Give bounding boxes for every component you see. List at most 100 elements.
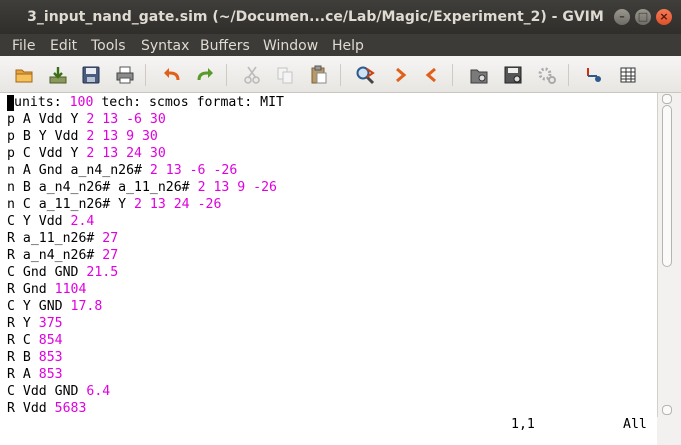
- numeric-token: 100: [69, 95, 94, 110]
- text-token: R B: [7, 350, 39, 365]
- numeric-token: 2.4: [70, 214, 95, 229]
- editor-line[interactable]: C Vdd GND 6.4: [7, 383, 110, 400]
- editor-line[interactable]: R C 854: [7, 332, 63, 349]
- window-title: 3_input_nand_gate.sim (~/Documen...ce/La…: [27, 9, 604, 25]
- text-token: p A Vdd Y: [7, 112, 87, 127]
- numeric-token: 21.5: [86, 265, 119, 280]
- text-token: R a_n4_n26#: [7, 248, 103, 263]
- editor-line[interactable]: R A 853: [7, 366, 63, 383]
- close-button[interactable]: ×: [656, 9, 672, 25]
- menu-edit[interactable]: Edit: [50, 37, 77, 55]
- editor-line[interactable]: C Y GND 17.8: [7, 298, 102, 315]
- numeric-token: 1104: [54, 282, 87, 297]
- table-icon[interactable]: [618, 65, 638, 85]
- scroll-down-button[interactable]: [662, 405, 672, 415]
- numeric-token: 2 13 24 30: [86, 146, 166, 161]
- menu-window[interactable]: Window: [263, 37, 318, 55]
- text-token: n C a_11_n26# Y: [7, 197, 135, 212]
- numeric-token: 6.4: [86, 384, 111, 399]
- print-icon[interactable]: [115, 65, 135, 85]
- numeric-token: 2 13 -6 30: [86, 112, 166, 127]
- text-token: R C: [7, 333, 39, 348]
- numeric-token: 27: [102, 231, 119, 246]
- editor-line[interactable]: p C Vdd Y 2 13 24 30: [7, 145, 166, 162]
- undo-icon[interactable]: [162, 65, 182, 85]
- scrollbar-thumb[interactable]: [662, 105, 672, 267]
- numeric-token: 17.8: [70, 299, 103, 314]
- menu-syntax[interactable]: Syntax: [141, 37, 189, 55]
- gvim-window: 3_input_nand_gate.sim (~/Documen...ce/La…: [0, 0, 681, 445]
- find-replace-icon[interactable]: [355, 65, 375, 85]
- editor-line[interactable]: R Y 375: [7, 315, 63, 332]
- toolbar-separator: [226, 64, 227, 86]
- text-token: R Y: [7, 316, 39, 331]
- numeric-token: 2 13 9 -26: [197, 180, 277, 195]
- editor-line[interactable]: R Vdd 5683: [7, 400, 86, 417]
- numeric-token: 375: [38, 316, 63, 331]
- copy-icon[interactable]: [275, 65, 295, 85]
- editor-line[interactable]: p A Vdd Y 2 13 -6 30: [7, 111, 166, 128]
- numeric-token: 853: [38, 367, 63, 382]
- text-token: R A: [7, 367, 39, 382]
- toolbar-separator: [340, 64, 341, 86]
- numeric-token: 853: [38, 350, 63, 365]
- numeric-token: 27: [102, 248, 119, 263]
- editor-line[interactable]: C Gnd GND 21.5: [7, 264, 118, 281]
- text-token: R Vdd: [7, 401, 55, 416]
- save-download-icon[interactable]: [48, 65, 68, 85]
- editor-line[interactable]: n A Gnd a_n4_n26# 2 13 -6 -26: [7, 162, 237, 179]
- numeric-token: 5683: [54, 401, 87, 416]
- cut-icon[interactable]: [242, 65, 262, 85]
- menu-bar: File Edit Tools Syntax Buffers Window He…: [0, 34, 681, 56]
- text-token: p B Y Vdd: [7, 129, 87, 144]
- save-icon[interactable]: [81, 65, 101, 85]
- toolbar-separator: [452, 64, 453, 86]
- editor-line[interactable]: n C a_11_n26# Y 2 13 24 -26: [7, 196, 221, 213]
- make-icon[interactable]: [584, 65, 604, 85]
- vertical-scrollbar[interactable]: [657, 93, 674, 417]
- redo-icon[interactable]: [195, 65, 215, 85]
- editor-line[interactable]: R B 853: [7, 349, 63, 366]
- toolbar: [0, 56, 681, 93]
- menu-help[interactable]: Help: [332, 37, 364, 55]
- editor-line[interactable]: n B a_n4_n26# a_11_n26# 2 13 9 -26: [7, 179, 277, 196]
- load-session-icon[interactable]: [469, 65, 489, 85]
- paste-icon[interactable]: [309, 65, 329, 85]
- run-script-icon[interactable]: [537, 65, 557, 85]
- editor-line[interactable]: R a_n4_n26# 27: [7, 247, 118, 264]
- title-bar[interactable]: 3_input_nand_gate.sim (~/Documen...ce/La…: [0, 0, 681, 34]
- scroll-up-button[interactable]: [662, 94, 672, 104]
- text-token: R a_11_n26#: [7, 231, 103, 246]
- text-token: C Y Vdd: [7, 214, 71, 229]
- text-token: p C Vdd Y: [7, 146, 87, 161]
- editor-line[interactable]: units: 100 tech: scmos format: MIT: [7, 94, 284, 111]
- editor-line[interactable]: p B Y Vdd 2 13 9 30: [7, 128, 158, 145]
- editor-line[interactable]: R a_11_n26# 27: [7, 230, 118, 247]
- text-token: C Gnd GND: [7, 265, 87, 280]
- text-token: n B a_n4_n26# a_11_n26#: [7, 180, 198, 195]
- save-session-icon[interactable]: [503, 65, 523, 85]
- find-next-icon[interactable]: [390, 65, 410, 85]
- menu-buffers[interactable]: Buffers: [200, 37, 250, 55]
- editor-line[interactable]: C Y Vdd 2.4: [7, 213, 94, 230]
- numeric-token: 2 13 -6 -26: [149, 163, 238, 178]
- text-token: n A Gnd a_n4_n26#: [7, 163, 150, 178]
- minimize-button[interactable]: –: [614, 9, 630, 25]
- toolbar-separator: [568, 64, 569, 86]
- open-icon[interactable]: [14, 65, 34, 85]
- editor-line[interactable]: R Gnd 1104: [7, 281, 86, 298]
- menu-file[interactable]: File: [12, 37, 35, 55]
- maximize-button[interactable]: □: [635, 9, 651, 25]
- numeric-token: 2 13 24 -26: [134, 197, 222, 212]
- text-token: R Gnd: [7, 282, 55, 297]
- menu-tools[interactable]: Tools: [91, 37, 126, 55]
- find-prev-icon[interactable]: [422, 65, 442, 85]
- text-editor[interactable]: 1,1 All units: 100 tech: scmos format: M…: [0, 93, 657, 445]
- scroll-position: All: [623, 417, 647, 432]
- cursor-position: 1,1: [511, 417, 535, 432]
- text-token: units:: [14, 95, 70, 110]
- window-edge: [673, 93, 681, 445]
- toolbar-separator: [145, 64, 146, 86]
- numeric-token: 2 13 9 30: [86, 129, 158, 144]
- text-token: tech: scmos format: MIT: [93, 95, 284, 110]
